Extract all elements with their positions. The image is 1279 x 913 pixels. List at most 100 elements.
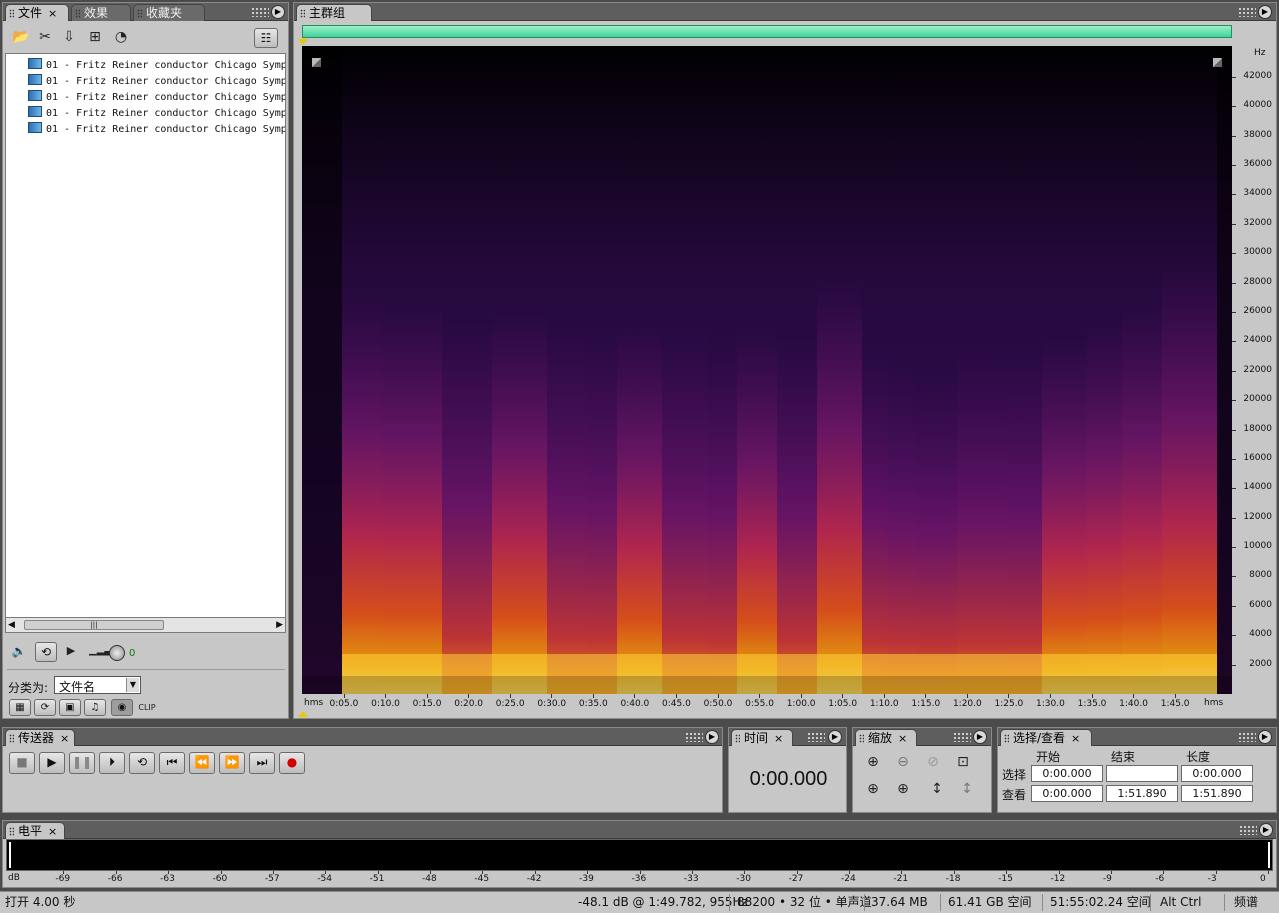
panel-menu-button[interactable]: ▶ xyxy=(828,730,842,744)
tab-time[interactable]: 时间 × xyxy=(731,729,793,746)
panel-menu-button[interactable]: ▶ xyxy=(973,730,987,744)
level-meter-bar xyxy=(6,839,1273,871)
open-file-icon[interactable]: 📂 xyxy=(11,27,31,47)
tab-selection-view[interactable]: 选择/查看 × xyxy=(1000,729,1092,746)
record-button[interactable]: ● xyxy=(279,752,305,774)
zoom-right-edge-icon[interactable]: ⊕ xyxy=(893,779,913,799)
list-item[interactable]: 01 - Fritz Reiner conductor Chicago Symp xyxy=(28,74,285,89)
zoom-out-horizontal-icon[interactable]: ⊖ xyxy=(893,752,913,772)
extract-cd-icon[interactable]: ◔ xyxy=(111,27,131,47)
level-tick-label: -15 xyxy=(998,874,1013,884)
list-item[interactable]: 01 - Fritz Reiner conductor Chicago Symp xyxy=(28,58,286,73)
zoom-in-horizontal-icon[interactable]: ⊕ xyxy=(863,752,883,772)
status-open-time: 打开 4.00 秒 xyxy=(5,895,76,909)
tab-files[interactable]: 文件 × xyxy=(5,4,69,21)
tab-effects[interactable]: 效果 xyxy=(71,4,131,21)
go-to-end-button[interactable]: ⏭ xyxy=(249,752,275,774)
play-from-cursor-button[interactable]: ⏵ xyxy=(99,752,125,774)
frequency-tick-label: 24000 xyxy=(1243,335,1272,346)
go-to-start-button[interactable]: ⏮ xyxy=(159,752,185,774)
zoom-out-vertical-icon[interactable]: ↕ xyxy=(957,779,977,799)
volume-knob[interactable] xyxy=(109,645,125,661)
frequency-tick xyxy=(1232,311,1236,313)
zoom-navigator-bar[interactable] xyxy=(302,25,1232,38)
selection-start-field[interactable]: 0:00.000 xyxy=(1031,765,1103,782)
playhead-bottom-marker-icon[interactable] xyxy=(298,711,308,717)
panel-menu-button[interactable]: ▶ xyxy=(705,730,719,744)
sort-select[interactable]: 文件名 ▼ xyxy=(54,676,141,694)
insert-into-multitrack-icon[interactable]: ⊞ xyxy=(85,27,105,47)
zoom-selection-icon[interactable]: ⊡ xyxy=(953,752,973,772)
file-name: 01 - Fritz Reiner conductor Chicago Symp xyxy=(46,60,286,71)
tab-favorites[interactable]: 收藏夹 xyxy=(133,4,205,21)
playhead-marker-icon[interactable] xyxy=(298,39,308,45)
rewind-button[interactable]: ⏪ xyxy=(189,752,215,774)
play-preview-icon[interactable]: ▶ xyxy=(61,641,81,661)
spectral-energy-band xyxy=(547,323,587,694)
spectral-energy-band xyxy=(737,331,777,694)
level-tick-label: -27 xyxy=(788,874,804,884)
spectral-energy-band xyxy=(1007,352,1042,694)
pause-button[interactable]: ❚❚ xyxy=(69,752,95,774)
view-start-field[interactable]: 0:00.000 xyxy=(1031,785,1103,802)
zoom-left-edge-icon[interactable]: ⊕ xyxy=(863,779,883,799)
waveform-file-icon xyxy=(28,90,42,101)
close-icon[interactable]: × xyxy=(48,825,57,838)
close-icon[interactable]: × xyxy=(774,732,783,745)
show-options-icon[interactable]: ☷ xyxy=(254,28,278,48)
tab-main-group[interactable]: 主群组 xyxy=(296,4,372,21)
frequency-tick xyxy=(1232,547,1236,549)
close-file-icon[interactable]: ✂ xyxy=(35,27,55,47)
panel-menu-button[interactable]: ▶ xyxy=(271,5,285,19)
tab-transport[interactable]: 传送器 × xyxy=(5,729,75,746)
selection-end-field[interactable] xyxy=(1106,765,1178,782)
show-multitrack-icon[interactable]: ▦ xyxy=(9,699,31,716)
panel-menu-button[interactable]: ▶ xyxy=(1258,730,1272,744)
list-item[interactable]: 01 - Fritz Reiner conductor Chicago Symp xyxy=(28,90,285,105)
show-audio-icon[interactable]: ♫ xyxy=(84,699,106,716)
close-icon[interactable]: × xyxy=(60,732,69,745)
clip-icon[interactable]: CLIP xyxy=(137,698,157,718)
frequency-tick-label: 32000 xyxy=(1243,217,1272,228)
time-tick xyxy=(385,694,387,698)
panel-menu-button[interactable]: ▶ xyxy=(1259,823,1273,837)
close-icon[interactable]: × xyxy=(1071,732,1080,745)
show-video-icon[interactable]: ▣ xyxy=(59,699,81,716)
level-tick-label: -18 xyxy=(945,874,961,884)
horizontal-scrollbar[interactable]: ◀ ||| ▶ xyxy=(5,617,286,633)
tab-levels[interactable]: 电平 × xyxy=(5,822,65,839)
speaker-icon[interactable]: 🔈 xyxy=(9,641,29,661)
zoom-out-full-icon[interactable]: ⊘ xyxy=(923,752,943,772)
zoom-in-vertical-icon[interactable]: ↕ xyxy=(927,779,947,799)
spectrogram-display[interactable] xyxy=(302,46,1232,694)
time-unit-right: hms xyxy=(1204,698,1224,708)
close-icon[interactable]: × xyxy=(898,732,907,745)
scroll-thumb[interactable]: ||| xyxy=(24,620,164,630)
view-end-field[interactable]: 1:51.890 xyxy=(1106,785,1178,802)
import-icon[interactable]: ⇩ xyxy=(59,27,79,47)
show-preview-icon[interactable]: ◉ xyxy=(111,699,133,716)
scroll-right-icon[interactable]: ▶ xyxy=(276,618,283,632)
chevron-down-icon[interactable]: ▼ xyxy=(126,678,139,692)
time-ruler: hms hms 0:05.0 0:10.0 0:15.0 0:20.0 0:25.0 0:… xyxy=(302,694,1232,716)
list-item[interactable]: 01 - Fritz Reiner conductor Chicago Symp xyxy=(28,106,285,121)
spectral-energy-band xyxy=(587,331,617,694)
selection-length-field[interactable]: 0:00.000 xyxy=(1181,765,1253,782)
level-tick-label: -63 xyxy=(160,874,175,884)
frequency-tick-label: 22000 xyxy=(1243,364,1272,375)
list-item[interactable]: 01 - Fritz Reiner conductor Chicago Symp xyxy=(28,122,285,137)
panel-menu-button[interactable]: ▶ xyxy=(1258,5,1272,19)
stop-button[interactable]: ■ xyxy=(9,752,35,774)
play-button[interactable]: ▶ xyxy=(39,752,65,774)
panel-grip-icon xyxy=(807,732,825,742)
close-icon[interactable]: × xyxy=(48,7,57,20)
panel-grip-icon xyxy=(1238,7,1256,17)
fast-forward-button[interactable]: ⏩ xyxy=(219,752,245,774)
loop-play-button[interactable]: ⟲ xyxy=(129,752,155,774)
time-tick-label: 0:20.0 xyxy=(454,699,484,709)
loop-icon[interactable]: ⟲ xyxy=(35,642,57,662)
scroll-left-icon[interactable]: ◀ xyxy=(8,618,15,632)
show-loops-icon[interactable]: ⟳ xyxy=(34,699,56,716)
tab-zoom[interactable]: 缩放 × xyxy=(855,729,917,746)
view-length-field[interactable]: 1:51.890 xyxy=(1181,785,1253,802)
